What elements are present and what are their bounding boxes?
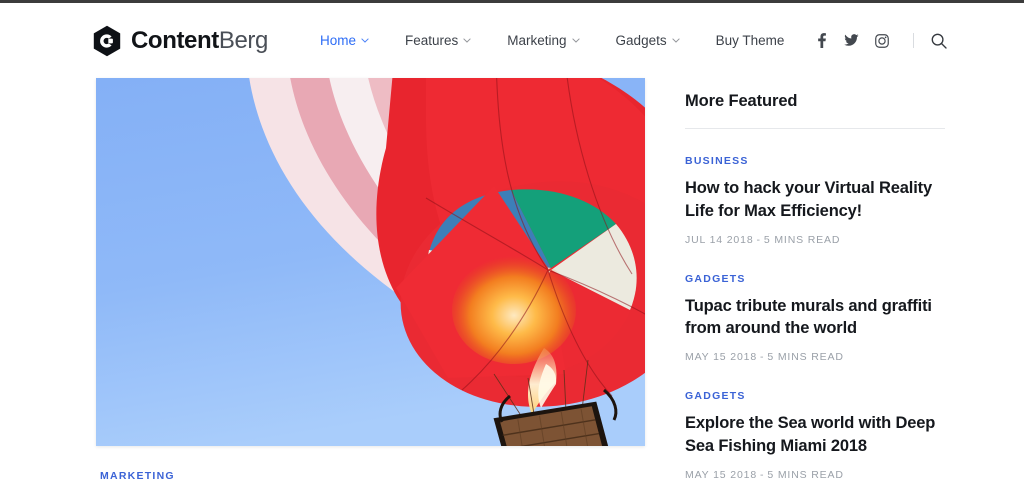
social-links bbox=[802, 28, 892, 54]
sidebar-article-2: GADGETS Tupac tribute murals and graffit… bbox=[685, 273, 945, 364]
facebook-icon bbox=[818, 33, 826, 48]
chevron-down-icon bbox=[361, 38, 369, 43]
site-header: ContentBerg Home Features Marketing Gadg… bbox=[0, 3, 1024, 78]
nav-item-label: Marketing bbox=[507, 33, 567, 48]
search-button[interactable] bbox=[928, 30, 950, 52]
sidebar-heading: More Featured bbox=[685, 92, 798, 110]
social-link-instagram[interactable] bbox=[871, 28, 892, 54]
article-date: JUL 14 2018 bbox=[685, 233, 754, 246]
brand-name-light: Berg bbox=[218, 26, 269, 54]
chevron-down-icon bbox=[571, 38, 580, 43]
sidebar-more-featured: More Featured BUSINESS How to hack your … bbox=[685, 78, 945, 501]
chevron-down-icon bbox=[671, 38, 680, 43]
meta-separator: - bbox=[760, 351, 765, 364]
article-meta: JUL 14 2018-5 MINS READ bbox=[685, 234, 945, 246]
nav-item-buy-theme[interactable]: Buy Theme bbox=[698, 33, 803, 48]
article-category[interactable]: BUSINESS bbox=[685, 155, 945, 167]
site-logo[interactable]: ContentBerg bbox=[92, 25, 268, 57]
chevron-down-icon bbox=[463, 38, 472, 43]
instagram-icon bbox=[875, 33, 889, 48]
main-navigation: Home Features Marketing Gadgets Buy Them… bbox=[302, 33, 802, 48]
nav-item-label: Features bbox=[404, 33, 459, 48]
header-divider bbox=[913, 33, 915, 48]
brand-text: ContentBerg bbox=[131, 26, 269, 54]
hexagon-c-logo-icon bbox=[93, 25, 121, 56]
meta-separator: - bbox=[756, 233, 761, 246]
social-link-twitter[interactable] bbox=[841, 28, 862, 54]
page-root: ContentBerg Home Features Marketing Gadg… bbox=[0, 3, 1024, 501]
content-columns: MARKETING More Featured BUSINESS How to … bbox=[0, 78, 1024, 501]
featured-post-meta: MARKETING bbox=[96, 446, 645, 482]
article-meta: MAY 15 2018-5 MINS READ bbox=[685, 469, 945, 481]
brand-name-bold: Content bbox=[131, 26, 219, 54]
sidebar-article-1: BUSINESS How to hack your Virtual Realit… bbox=[685, 155, 945, 246]
nav-item-label: Gadgets bbox=[615, 33, 667, 48]
article-date: MAY 15 2018 bbox=[685, 351, 758, 364]
article-title[interactable]: How to hack your Virtual Reality Life fo… bbox=[685, 177, 945, 223]
article-title[interactable]: Explore the Sea world with Deep Sea Fish… bbox=[685, 412, 945, 458]
sidebar-heading-rule bbox=[685, 128, 945, 129]
nav-item-gadgets[interactable]: Gadgets bbox=[598, 33, 698, 48]
sidebar-article-3: GADGETS Explore the Sea world with Deep … bbox=[685, 390, 945, 481]
featured-post-card[interactable] bbox=[96, 78, 645, 446]
meta-separator: - bbox=[760, 468, 765, 481]
article-read-time: 5 MINS READ bbox=[767, 468, 844, 481]
article-date: MAY 15 2018 bbox=[685, 468, 758, 481]
nav-item-label: Home bbox=[319, 33, 356, 48]
nav-item-label: Buy Theme bbox=[715, 33, 785, 48]
article-meta: MAY 15 2018-5 MINS READ bbox=[685, 351, 945, 363]
article-read-time: 5 MINS READ bbox=[763, 233, 841, 246]
nav-item-features[interactable]: Features bbox=[387, 33, 489, 48]
social-link-facebook[interactable] bbox=[811, 28, 832, 54]
article-category[interactable]: GADGETS bbox=[685, 273, 945, 285]
article-title[interactable]: Tupac tribute murals and graffiti from a… bbox=[685, 295, 945, 341]
featured-post-category[interactable]: MARKETING bbox=[100, 470, 645, 482]
featured-post-image bbox=[96, 78, 645, 446]
header-right-tools bbox=[802, 28, 950, 54]
main-column: MARKETING bbox=[96, 78, 645, 501]
search-icon bbox=[932, 33, 948, 49]
twitter-icon bbox=[844, 34, 859, 46]
article-read-time: 5 MINS READ bbox=[767, 351, 844, 364]
nav-item-home[interactable]: Home bbox=[302, 33, 387, 48]
nav-item-marketing[interactable]: Marketing bbox=[489, 33, 597, 48]
article-category[interactable]: GADGETS bbox=[685, 390, 945, 402]
